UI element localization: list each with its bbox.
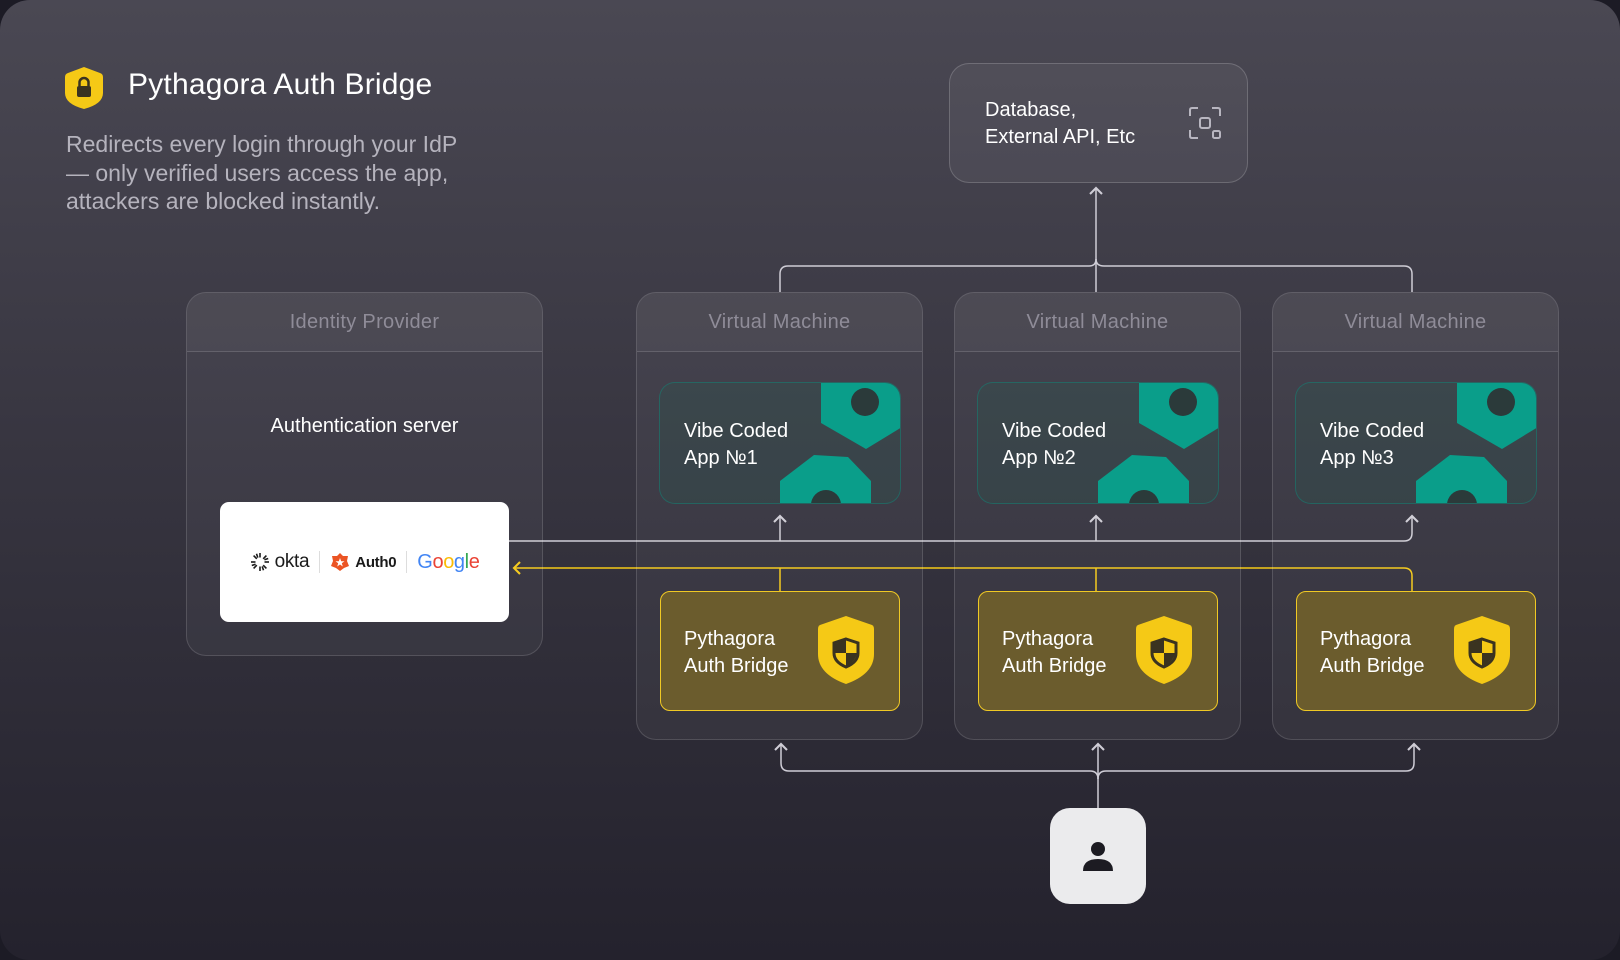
shield-icon [1136,616,1192,684]
shield-lock-logo-icon [65,67,103,109]
diagram-canvas: Pythagora Auth Bridge Redirects every lo… [0,0,1620,960]
page-title: Pythagora Auth Bridge [128,68,433,101]
google-label: Google [417,550,480,573]
app-label: Vibe Coded App №1 [684,420,789,469]
authentication-server-label: Authentication server [270,415,459,437]
user-to-bridge-lines [774,742,1421,808]
database-label: Database, External API, Etc [985,99,1136,148]
okta-logo: okta [250,551,310,573]
divider [319,551,321,573]
auth0-label: Auth0 [355,553,397,571]
virtual-machine-header: Virtual Machine [955,293,1240,352]
app-label: Vibe Coded App №2 [1002,420,1107,469]
okta-label: okta [274,551,310,572]
vm-to-database-lines [779,186,1413,292]
virtual-machine-header: Virtual Machine [637,293,922,352]
okta-sunburst-icon [250,553,269,571]
user-box [1050,808,1146,904]
auth-bridge-label: Pythagora Auth Bridge [1002,628,1107,677]
user-icon [1083,842,1113,871]
vibe-coded-app-card-1: Vibe Coded App №1 [659,382,901,504]
identity-provider-header: Identity Provider [187,293,542,352]
description-text: Redirects every login through your IdP —… [66,131,457,214]
auth-bridge-card-2: Pythagora Auth Bridge [978,591,1218,711]
virtual-machine-header: Virtual Machine [1273,293,1558,352]
app-label: Vibe Coded App №3 [1320,420,1425,469]
auth-bridge-label: Pythagora Auth Bridge [684,628,789,677]
auth-bridge-card-1: Pythagora Auth Bridge [660,591,900,711]
google-logo: Google [417,550,480,574]
auth0-logo: Auth0 [330,552,397,572]
identity-provider-logos: okta Auth0 Google [220,502,509,622]
vibe-coded-app-card-2: Vibe Coded App №2 [977,382,1219,504]
vibe-coded-app-card-3: Vibe Coded App №3 [1295,382,1537,504]
auth0-star-icon [331,553,350,571]
scan-icon [1189,107,1221,139]
divider [406,551,408,573]
auth-bridge-card-3: Pythagora Auth Bridge [1296,591,1536,711]
shield-icon [818,616,874,684]
database-box: Database, External API, Etc [949,63,1248,183]
shield-icon [1454,616,1510,684]
auth-bridge-label: Pythagora Auth Bridge [1320,628,1425,677]
